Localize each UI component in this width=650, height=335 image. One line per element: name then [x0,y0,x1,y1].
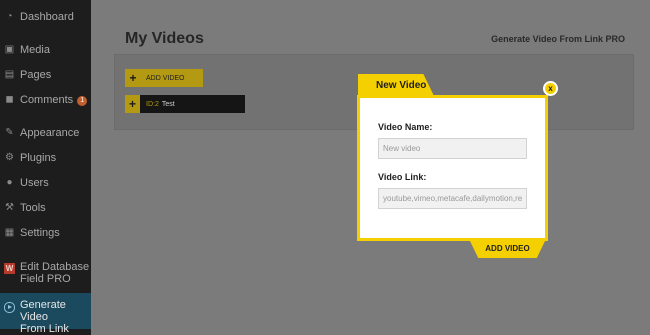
sidebar-item-label: Generate Video From Link PRO [20,299,91,335]
sidebar-item-plugins[interactable]: ⚙ Plugins [0,151,91,165]
settings-icon: ▦ [4,227,15,238]
sidebar-item-label: Users [20,177,49,189]
video-title: Test [161,100,175,108]
new-video-modal: Video Name: Video Link: [357,95,548,241]
add-video-submit-button[interactable]: ADD VIDEO [469,239,546,258]
sidebar-item-label-line1: Edit Database [20,261,90,273]
dashboard-icon: ◔ [6,11,13,22]
plugin-title: Generate Video From Link PRO [491,34,625,44]
sidebar-item-label: Edit Database Field PRO [20,261,89,285]
plugin-w-icon: W [4,263,15,274]
modal-title: New Video [376,79,427,91]
sidebar-item-generate-video-from-link-pro[interactable]: Generate Video From Link PRO [0,293,91,335]
comments-count-badge: 1 [77,96,88,106]
video-name-input[interactable] [378,138,527,159]
video-link-input[interactable] [378,188,527,209]
add-video-label: ADD VIDEO [146,74,185,82]
sidebar-item-label: Pages [20,69,52,81]
sidebar-item-label: Plugins [20,152,57,164]
expand-icon[interactable]: + [125,95,140,113]
video-name-label: Video Name: [378,122,433,132]
sidebar-item-media[interactable]: ▣ Media [0,43,91,57]
sidebar-item-comments[interactable]: ◼ Comments 1 [0,93,91,107]
sidebar-item-label: Media [20,44,50,56]
page-title: My Videos [125,30,204,47]
close-icon[interactable]: x [543,81,558,96]
video-id: ID:2 [146,100,159,108]
users-icon: ● [6,177,13,188]
sidebar-item-label: Settings [20,227,60,239]
sidebar-item-label-wrap: Comments 1 [20,94,88,106]
sidebar-item-label-line2: From Link PRO [20,323,69,335]
comments-icon: ◼ [5,94,14,105]
sidebar-item-tools[interactable]: ⚒ Tools [0,201,91,215]
play-icon [4,302,15,313]
sidebar-item-label: Dashboard [20,11,74,23]
plugins-icon: ⚙ [5,152,14,163]
media-icon: ▣ [4,44,15,55]
sidebar-item-dashboard[interactable]: ◔ Dashboard [0,10,91,24]
sidebar-item-pages[interactable]: ▤ Pages [0,68,91,82]
sidebar-item-edit-database-field-pro[interactable]: W Edit Database Field PRO [0,259,91,287]
add-video-button[interactable]: + ADD VIDEO [125,69,203,87]
plus-icon: + [129,71,137,85]
sidebar-item-settings[interactable]: ▦ Settings [0,226,91,240]
sidebar-item-label-line2: Field PRO [20,273,71,285]
appearance-icon: ✎ [5,127,14,138]
video-list-item[interactable]: + ID:2 Test [125,95,245,113]
modal-tab: New Video [358,74,434,96]
sidebar-item-appearance[interactable]: ✎ Appearance [0,126,91,140]
pages-icon: ▤ [4,69,15,80]
video-link-label: Video Link: [378,172,427,182]
tools-icon: ⚒ [5,202,14,213]
admin-sidebar: ◔ Dashboard ▣ Media ▤ Pages ◼ Comments 1 … [0,0,91,335]
sidebar-item-label: Appearance [20,127,80,139]
sidebar-item-label-line1: Generate Video [20,299,66,323]
sidebar-item-label: Comments [20,94,74,106]
sidebar-item-users[interactable]: ● Users [0,176,91,190]
sidebar-item-label: Tools [20,202,46,214]
